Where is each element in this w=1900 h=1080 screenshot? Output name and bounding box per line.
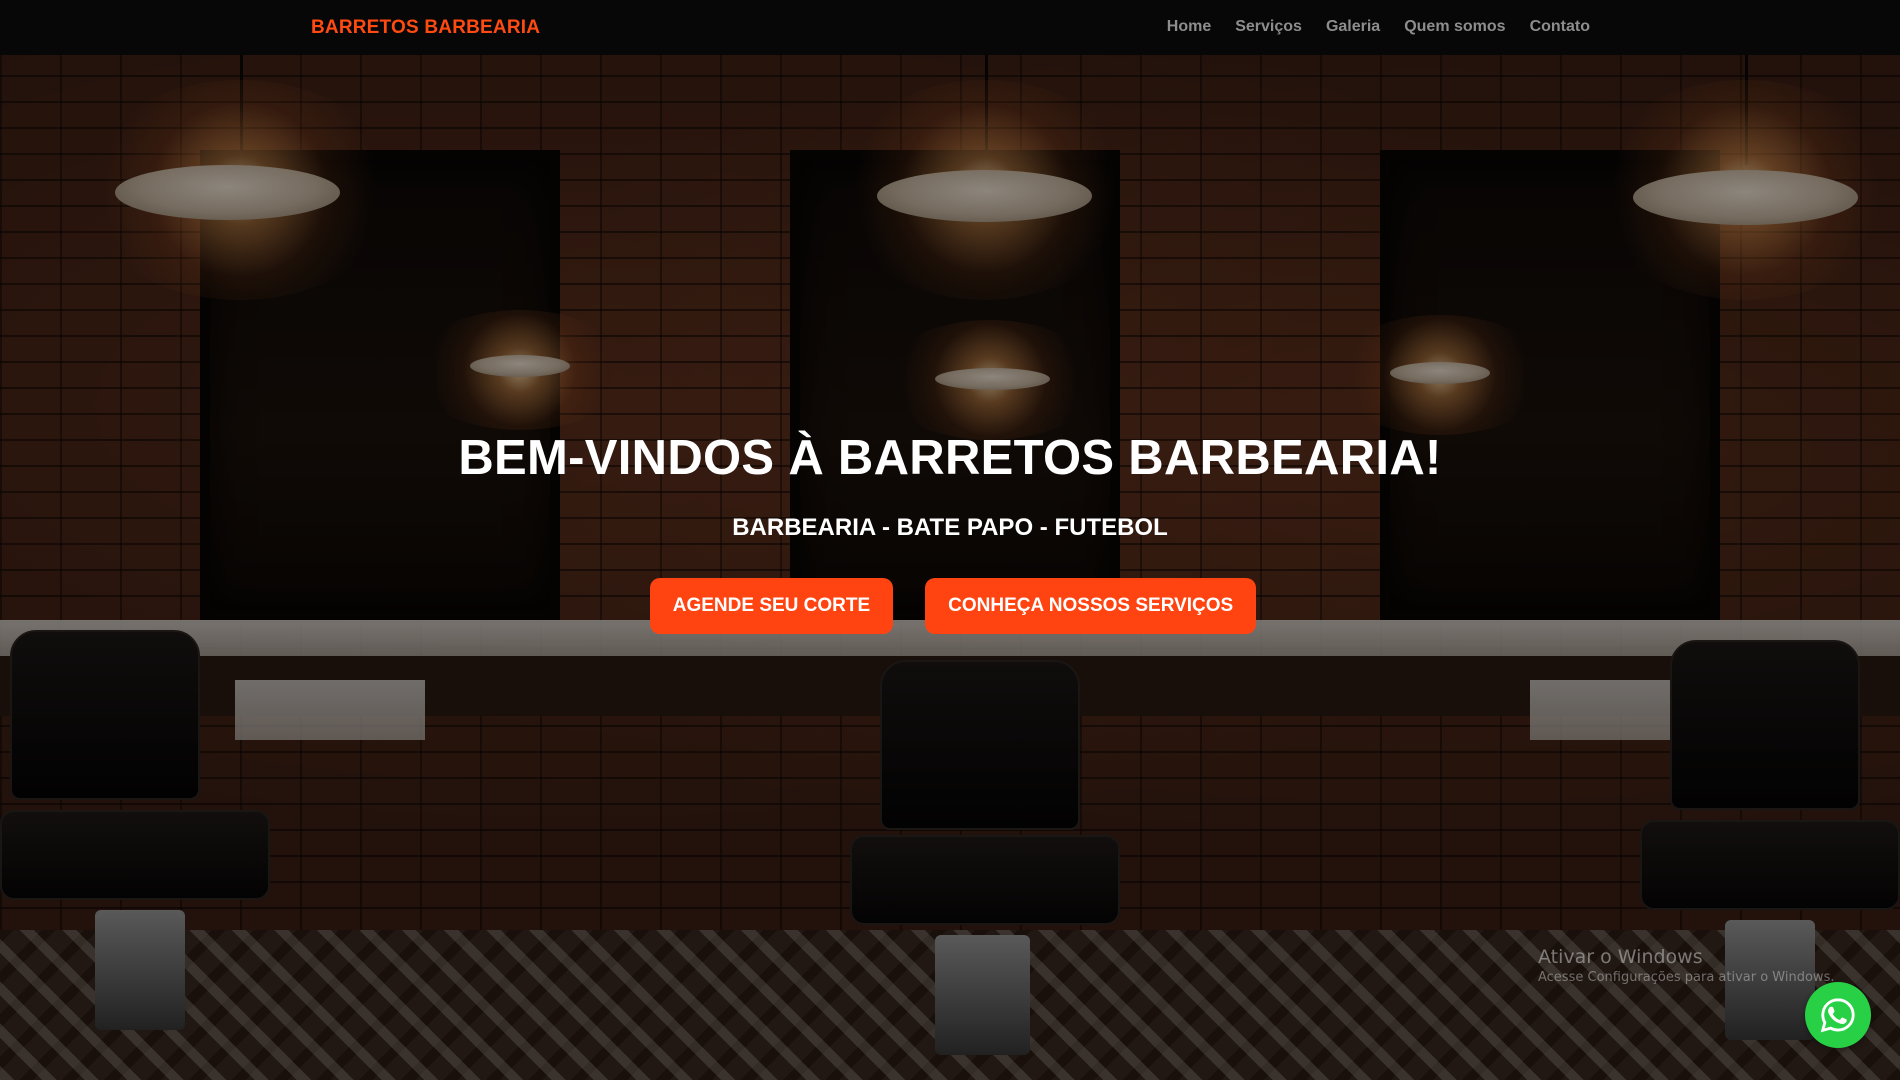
services-button[interactable]: CONHEÇA NOSSOS SERVIÇOS: [925, 578, 1257, 634]
watermark-title: Ativar o Windows: [1538, 946, 1703, 968]
nav-link-galeria[interactable]: Galeria: [1326, 18, 1380, 36]
brand-logo[interactable]: BARRETOS BARBEARIA: [311, 17, 540, 39]
windows-activation-watermark: Ativar o Windows Acesse Configurações pa…: [1538, 946, 1834, 985]
whatsapp-icon: [1820, 998, 1855, 1033]
watermark-subtitle: Acesse Configurações para ativar o Windo…: [1538, 970, 1835, 985]
nav-link-home[interactable]: Home: [1167, 18, 1211, 36]
hero: BEM-VINDOS À BARRETOS BARBEARIA! BARBEAR…: [0, 430, 1900, 634]
nav-link-quem-somos[interactable]: Quem somos: [1404, 18, 1505, 36]
nav-links: Home Serviços Galeria Quem somos Contato: [1167, 18, 1590, 36]
whatsapp-button[interactable]: [1805, 982, 1871, 1048]
cta-row: AGENDE SEU CORTE CONHEÇA NOSSOS SERVIÇOS: [0, 578, 1900, 634]
hero-subtitle: BARBEARIA - BATE PAPO - FUTEBOL: [732, 514, 1168, 541]
navbar: BARRETOS BARBEARIA Home Serviços Galeria…: [0, 0, 1900, 55]
page: BARRETOS BARBEARIA Home Serviços Galeria…: [0, 0, 1900, 1080]
nav-link-contato[interactable]: Contato: [1530, 18, 1590, 36]
hero-title: BEM-VINDOS À BARRETOS BARBEARIA!: [458, 431, 1442, 485]
nav-link-servicos[interactable]: Serviços: [1235, 18, 1302, 36]
book-haircut-button[interactable]: AGENDE SEU CORTE: [649, 578, 894, 634]
